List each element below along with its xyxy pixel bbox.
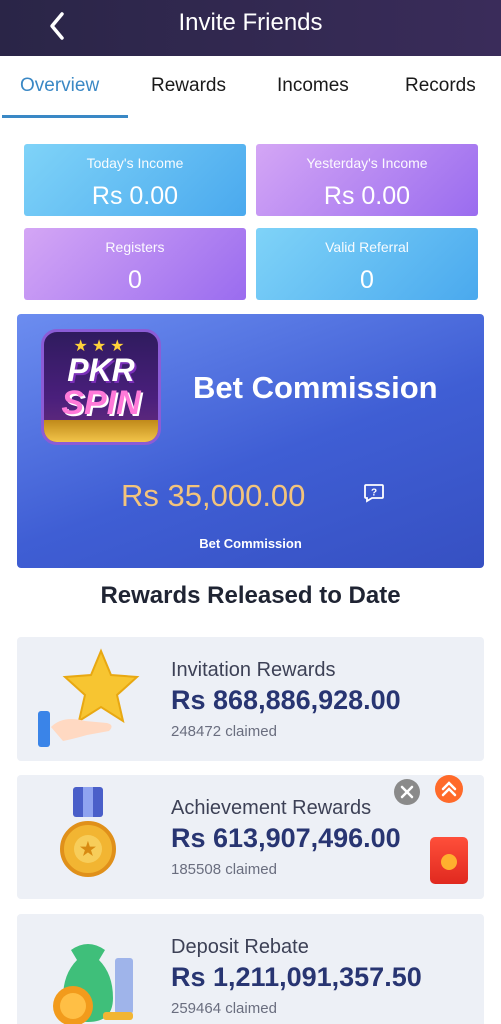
tab-records[interactable]: Records	[405, 75, 476, 97]
red-envelope-icon[interactable]	[430, 837, 468, 884]
pkr-spin-logo: ★★★ PKR SPIN	[41, 329, 161, 445]
app-header: Invite Friends	[0, 0, 501, 56]
active-tab-indicator	[2, 115, 128, 118]
help-icon[interactable]: ?	[363, 483, 385, 503]
bet-commission-card[interactable]: ★★★ PKR SPIN Bet Commission Rs 35,000.00…	[17, 314, 484, 568]
tab-incomes[interactable]: Incomes	[277, 75, 349, 97]
registers-value: 0	[128, 266, 142, 294]
reward-amount: Rs 1,211,091,357.50	[171, 962, 422, 992]
star-hand-icon	[38, 648, 140, 747]
reward-claimed-count: 259464 claimed	[171, 1000, 277, 1017]
rewards-section-title: Rewards Released to Date	[100, 582, 401, 609]
reward-claimed-count: 185508 claimed	[171, 861, 277, 878]
reward-title: Deposit Rebate	[171, 936, 309, 958]
double-chevron-up-glyph	[441, 781, 457, 797]
valid-referral-value: 0	[360, 266, 374, 294]
logo-text-line2: SPIN	[61, 384, 141, 422]
yesterday-income-card: Yesterday's Income Rs 0.00	[256, 144, 478, 216]
close-x-glyph	[400, 785, 414, 799]
invitation-rewards-card[interactable]: Invitation Rewards Rs 868,886,928.00 248…	[17, 637, 484, 761]
reward-claimed-count: 248472 claimed	[171, 723, 277, 740]
coins-icon	[44, 420, 158, 442]
scroll-up-icon[interactable]	[435, 775, 463, 803]
commission-subtitle: Bet Commission	[199, 536, 302, 551]
page-title: Invite Friends	[178, 9, 323, 36]
svg-text:?: ?	[371, 488, 377, 499]
deposit-rebate-card[interactable]: Deposit Rebate Rs 1,211,091,357.50 25946…	[17, 914, 484, 1024]
money-bag-icon	[53, 944, 133, 1024]
reward-amount: Rs 613,907,496.00	[171, 823, 401, 853]
today-income-label: Today's Income	[86, 155, 184, 171]
registers-label: Registers	[105, 239, 165, 255]
yesterday-income-label: Yesterday's Income	[306, 155, 428, 171]
svg-text:★: ★	[80, 839, 97, 859]
commission-amount: Rs 35,000.00	[121, 478, 306, 513]
tab-rewards[interactable]: Rewards	[151, 75, 226, 97]
tab-bar: Overview Rewards Incomes Records	[0, 56, 501, 118]
medal-icon: ★	[60, 787, 116, 877]
envelope-seal	[441, 854, 457, 870]
reward-title: Invitation Rewards	[171, 659, 336, 681]
yesterday-income-value: Rs 0.00	[323, 182, 411, 210]
valid-referral-card: Valid Referral 0	[256, 228, 478, 300]
reward-amount: Rs 868,886,928.00	[171, 685, 401, 715]
commission-title: Bet Commission	[193, 370, 438, 405]
valid-referral-label: Valid Referral	[325, 239, 409, 255]
today-income-value: Rs 0.00	[91, 182, 179, 210]
reward-title: Achievement Rewards	[171, 797, 372, 819]
close-icon[interactable]	[394, 779, 420, 805]
tab-overview[interactable]: Overview	[20, 75, 99, 97]
today-income-card: Today's Income Rs 0.00	[24, 144, 246, 216]
registers-card: Registers 0	[24, 228, 246, 300]
